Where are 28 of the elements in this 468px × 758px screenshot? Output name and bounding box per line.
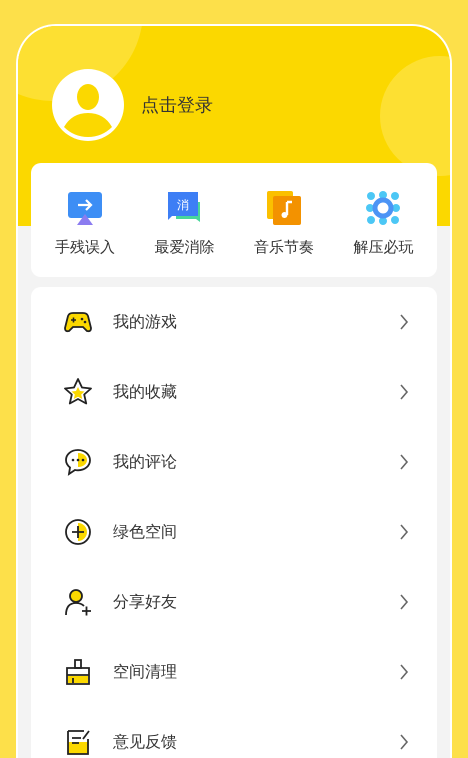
quick-action[interactable]: 音乐节奏 (254, 184, 314, 256)
menu-item[interactable]: 我的游戏 (31, 287, 437, 357)
chevron-icon (399, 663, 409, 681)
chevron-icon (399, 523, 409, 541)
broom-icon (63, 657, 93, 687)
avatar-icon[interactable] (52, 69, 124, 141)
dots-ring-icon (365, 190, 402, 226)
menu-item[interactable]: 我的评论 (31, 427, 437, 497)
chevron-icon (399, 313, 409, 331)
menu-item[interactable]: 意见反馈 (31, 707, 437, 758)
menu-item[interactable]: 分享好友 (31, 567, 437, 637)
menu-item[interactable]: 我的收藏 (31, 357, 437, 427)
menu-item[interactable]: 绿色空间 (31, 497, 437, 567)
plus-circle-icon (63, 517, 93, 547)
music-note-icon (266, 190, 302, 226)
menu-item[interactable]: 空间清理 (31, 637, 437, 707)
arrow-screen-icon (66, 190, 103, 226)
quick-action[interactable]: 解压必玩 (353, 184, 414, 256)
login-link[interactable]: 点击登录 (141, 93, 213, 117)
chevron-icon (399, 733, 409, 751)
quick-action[interactable]: 消 最爱消除 (154, 184, 214, 256)
add-user-icon (63, 587, 93, 617)
chevron-icon (399, 383, 409, 401)
chevron-icon (399, 453, 409, 471)
chevron-icon (399, 593, 409, 611)
star-icon (63, 377, 93, 407)
chat-bubble-icon (63, 447, 93, 477)
quick-action[interactable]: 手残误入 (54, 184, 115, 256)
